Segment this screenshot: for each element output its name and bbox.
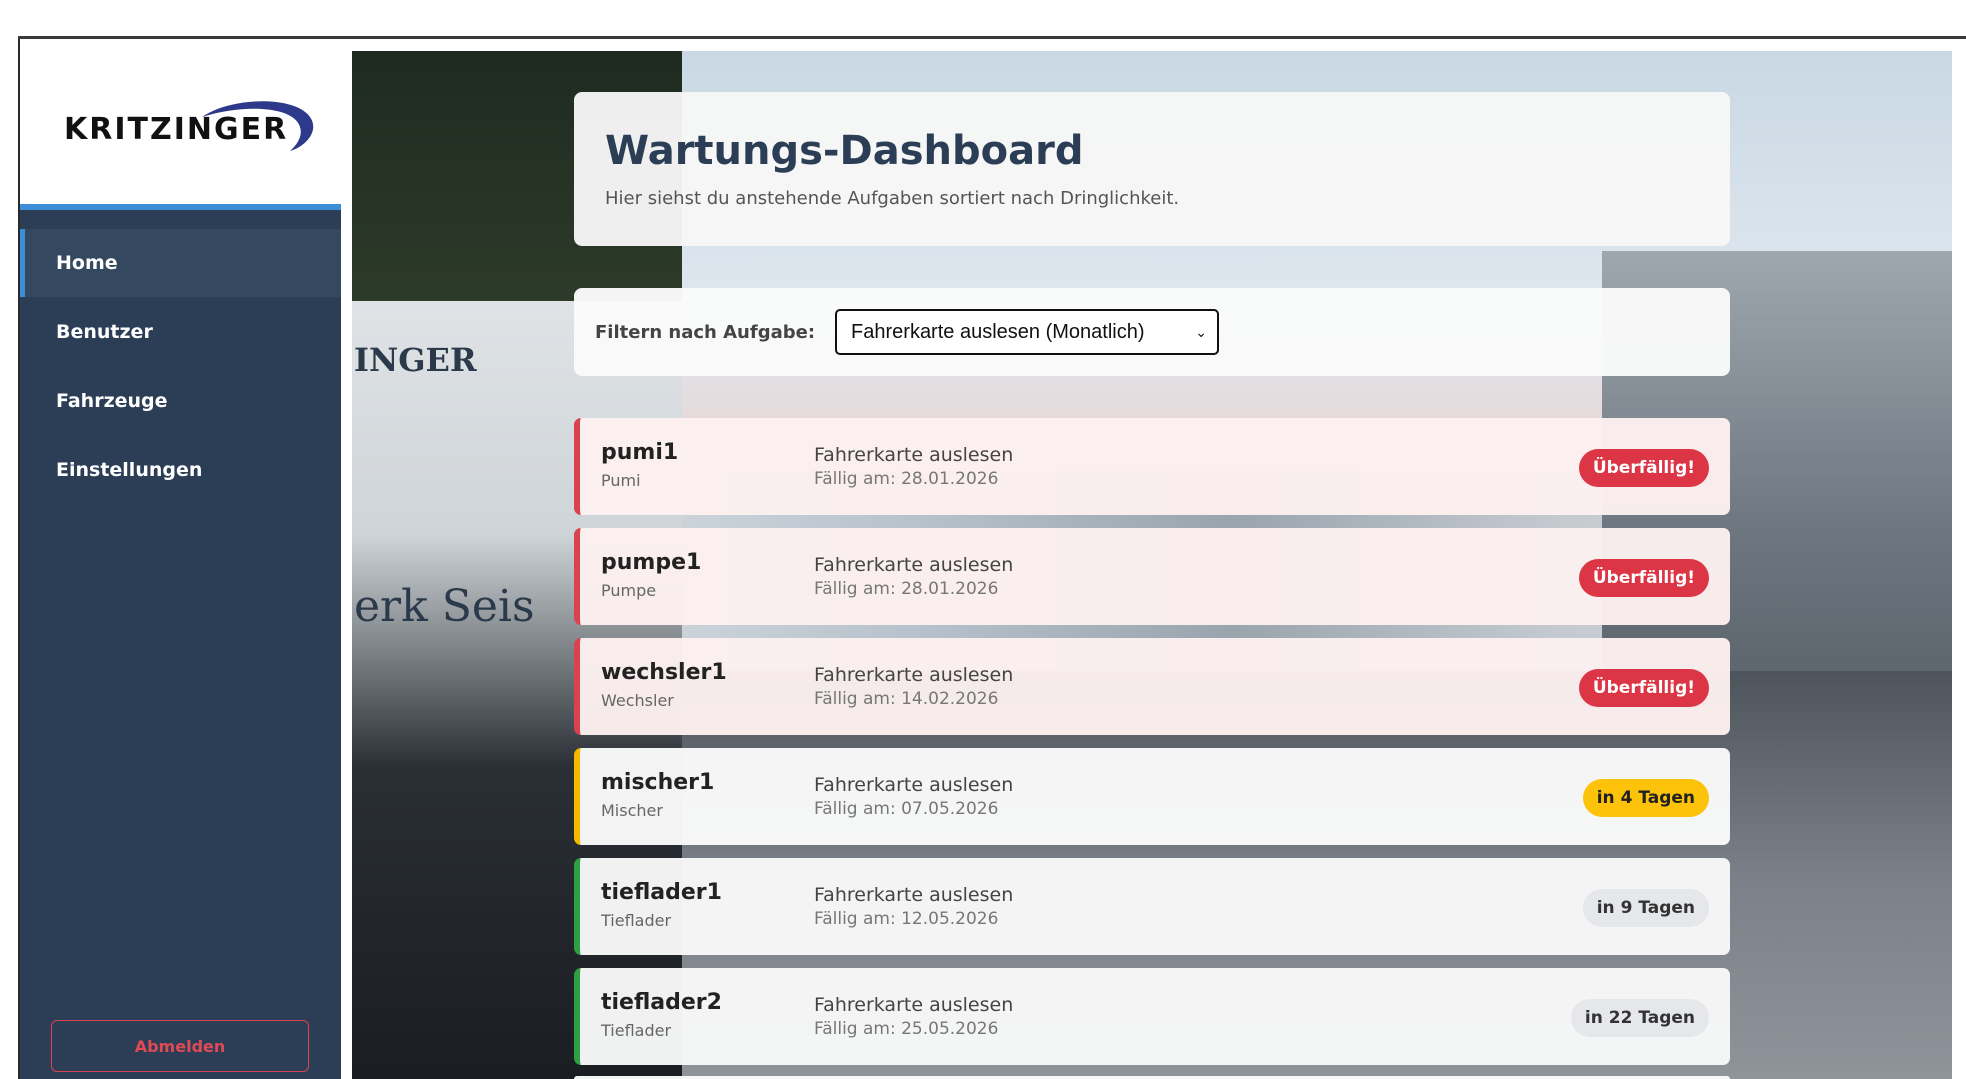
task-info: Fahrerkarte auslesen Fällig am: 07.05.20… [814, 774, 1013, 819]
task-info: Fahrerkarte auslesen Fällig am: 12.05.20… [814, 884, 1013, 929]
vehicle-name: pumi1 [601, 440, 679, 465]
task-card[interactable]: pumi1 Pumi Fahrerkarte auslesen Fällig a… [574, 418, 1730, 515]
vehicle-type: Wechsler [601, 691, 674, 710]
sidebar-nav: Home Benutzer Fahrzeuge Einstellungen [20, 229, 341, 505]
vehicle-name: tieflader1 [601, 880, 722, 905]
truck-lettering-lower: erk Seis [354, 581, 535, 632]
vehicle-name: pumpe1 [601, 550, 702, 575]
vehicle-info: tieflader1 Tieflader [601, 880, 722, 930]
task-title: Fahrerkarte auslesen [814, 664, 1014, 686]
status-badge: in 9 Tagen [1582, 889, 1709, 927]
task-list: pumi1 Pumi Fahrerkarte auslesen Fällig a… [574, 418, 1730, 1078]
task-due-date: Fällig am: 07.05.2026 [814, 799, 999, 819]
vehicle-type: Mischer [601, 801, 663, 820]
task-title: Fahrerkarte auslesen [814, 884, 1014, 906]
dashboard-header: Wartungs-Dashboard Hier siehst du ansteh… [574, 92, 1730, 246]
task-filter-value: Fahrerkarte auslesen (Monatlich) [851, 320, 1145, 343]
vehicle-info: wechsler1 Wechsler [601, 660, 727, 710]
task-card[interactable]: mischer1 Mischer Fahrerkarte auslesen Fä… [574, 748, 1730, 845]
logo-area: KRITZINGER [20, 39, 341, 210]
task-title: Fahrerkarte auslesen [814, 554, 1014, 576]
vehicle-info: pumi1 Pumi [601, 440, 678, 490]
task-filter-select[interactable]: Fahrerkarte auslesen (Monatlich) ⌄ [835, 309, 1220, 355]
task-card[interactable]: tieflader1 Tieflader Fahrerkarte auslese… [574, 858, 1730, 955]
sidebar-item-home[interactable]: Home [20, 229, 341, 297]
status-badge: Überfällig! [1578, 449, 1709, 487]
task-card[interactable]: wechsler1 Wechsler Fahrerkarte auslesen … [574, 638, 1730, 735]
filter-bar: Filtern nach Aufgabe: Fahrerkarte ausles… [574, 288, 1730, 376]
status-badge: in 22 Tagen [1570, 999, 1709, 1037]
vehicle-type: Tieflader [601, 911, 672, 930]
sidebar-item-einstellungen[interactable]: Einstellungen [20, 436, 341, 504]
vehicle-info: mischer1 Mischer [601, 770, 714, 820]
task-info: Fahrerkarte auslesen Fällig am: 28.01.20… [814, 554, 1013, 599]
task-card[interactable]: tieflader2 Tieflader Fahrerkarte auslese… [574, 968, 1730, 1065]
page-title: Wartungs-Dashboard [605, 128, 1084, 174]
vehicle-name: wechsler1 [601, 660, 727, 685]
logo: KRITZINGER [64, 112, 289, 147]
filter-label: Filtern nach Aufgabe: [595, 321, 816, 343]
task-title: Fahrerkarte auslesen [814, 774, 1014, 796]
task-due-date: Fällig am: 14.02.2026 [814, 689, 999, 709]
vehicle-name: tieflader2 [601, 990, 722, 1015]
status-badge: Überfällig! [1578, 559, 1709, 597]
sidebar: KRITZINGER Home Benutzer Fahrzeuge Einst… [20, 39, 341, 1079]
task-card[interactable]: pumpe1 Pumpe Fahrerkarte auslesen Fällig… [574, 528, 1730, 625]
vehicle-info: tieflader2 Tieflader [601, 990, 722, 1040]
task-title: Fahrerkarte auslesen [814, 994, 1014, 1016]
task-info: Fahrerkarte auslesen Fällig am: 28.01.20… [814, 444, 1013, 489]
logout-button[interactable]: Abmelden [51, 1020, 309, 1072]
vehicle-name: mischer1 [601, 770, 715, 795]
task-due-date: Fällig am: 25.05.2026 [814, 1019, 999, 1039]
truck-lettering: INGER [354, 341, 477, 379]
task-info: Fahrerkarte auslesen Fällig am: 25.05.20… [814, 994, 1013, 1039]
task-title: Fahrerkarte auslesen [814, 444, 1014, 466]
vehicle-info: pumpe1 Pumpe [601, 550, 701, 600]
task-due-date: Fällig am: 28.01.2026 [814, 579, 999, 599]
vehicle-type: Pumpe [601, 581, 657, 600]
chevron-down-icon: ⌄ [1195, 323, 1208, 340]
vehicle-type: Tieflader [601, 1021, 672, 1040]
sidebar-item-benutzer[interactable]: Benutzer [20, 298, 341, 366]
vehicle-type: Pumi [601, 471, 641, 490]
status-badge: Überfällig! [1578, 669, 1709, 707]
task-due-date: Fällig am: 12.05.2026 [814, 909, 999, 929]
task-info: Fahrerkarte auslesen Fällig am: 14.02.20… [814, 664, 1013, 709]
task-due-date: Fällig am: 28.01.2026 [814, 469, 999, 489]
sidebar-item-fahrzeuge[interactable]: Fahrzeuge [20, 367, 341, 435]
page-subtitle: Hier siehst du anstehende Aufgaben sorti… [605, 188, 1180, 209]
status-badge: in 4 Tagen [1582, 779, 1709, 817]
